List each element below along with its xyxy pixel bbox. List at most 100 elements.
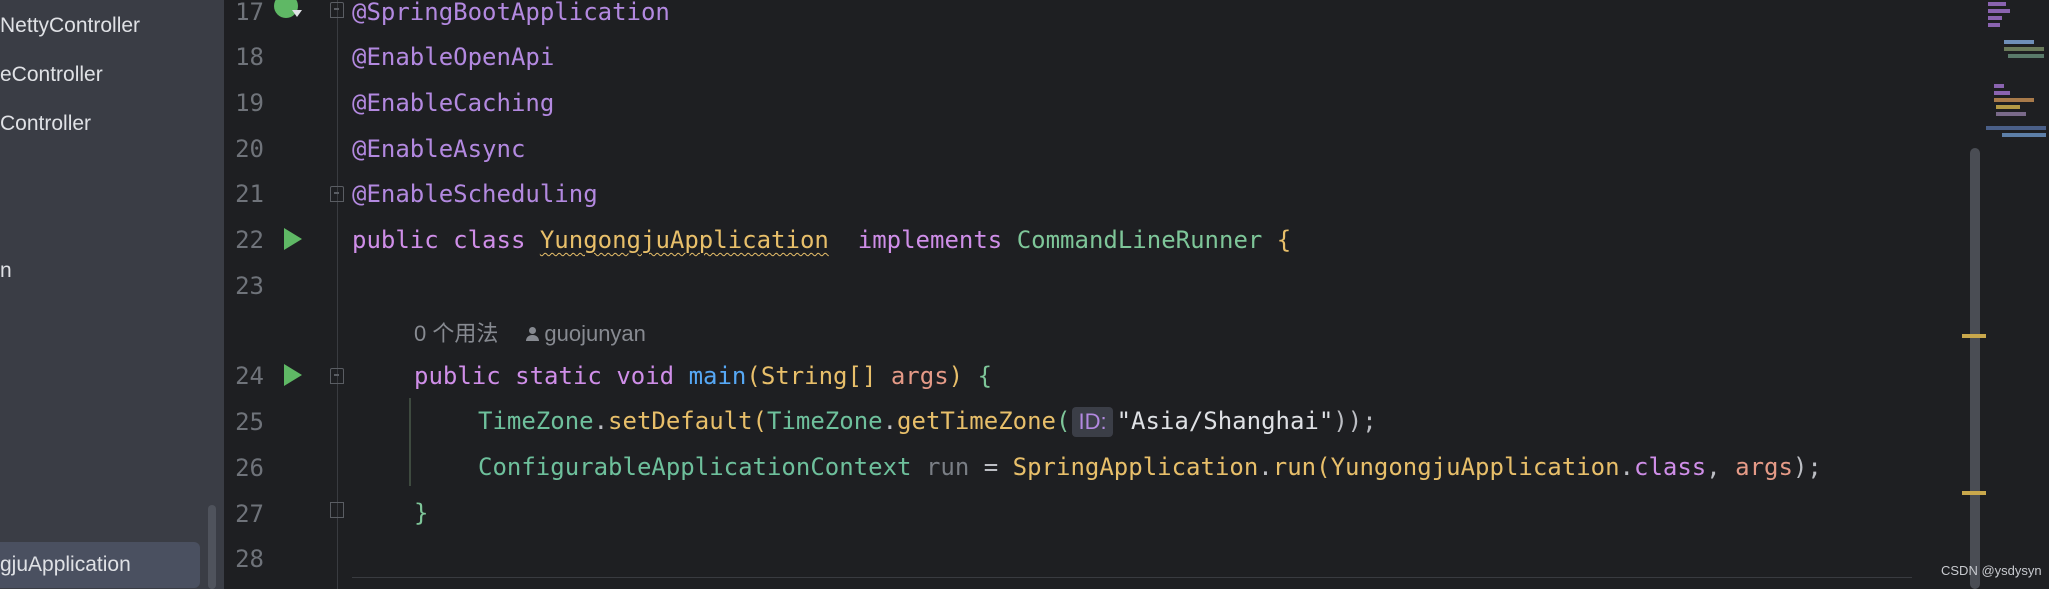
- line-number: 26: [235, 454, 264, 482]
- sidebar-item-application-selected[interactable]: gjuApplication: [0, 542, 200, 588]
- fold-icon[interactable]: [330, 186, 344, 202]
- interface-name[interactable]: CommandLineRunner: [1017, 226, 1263, 254]
- sidebar-item-label: gjuApplication: [0, 553, 131, 576]
- code-line-17: @SpringBootApplication: [352, 0, 670, 29]
- annotation: @EnableAsync: [352, 135, 526, 163]
- author-name[interactable]: guojunyan: [544, 321, 646, 346]
- usage-inlay-hint[interactable]: 0 个用法 guojunyan: [414, 316, 646, 348]
- line-number: 27: [235, 500, 264, 528]
- type-name: TimeZone: [478, 407, 594, 435]
- keyword: class: [453, 226, 526, 254]
- type-name: String[]: [760, 362, 877, 390]
- project-sidebar: NettyController eController Controller n…: [0, 0, 224, 589]
- punctuation: ));: [1333, 407, 1377, 435]
- line-number: 23: [235, 272, 264, 300]
- sidebar-scrollbar[interactable]: [208, 505, 216, 589]
- keyword: public: [352, 226, 439, 254]
- parameter-hint: ID:: [1072, 407, 1113, 437]
- line-number: 17: [235, 0, 264, 26]
- brace: {: [977, 362, 993, 390]
- fold-icon[interactable]: [330, 2, 344, 18]
- sidebar-item-netty-controller[interactable]: NettyController: [0, 3, 200, 49]
- keyword: public: [414, 362, 501, 390]
- code-line-26: ConfigurableApplicationContext run = Spr…: [478, 450, 1822, 484]
- code-editor[interactable]: 17 18 19 20 21 22 23 24 25 26 27 28 @Spr…: [224, 0, 1984, 589]
- line-number: 22: [235, 226, 264, 254]
- sidebar-item-label: Controller: [0, 112, 92, 135]
- parameter: args: [1735, 453, 1793, 481]
- watermark: CSDN @ysdysyn: [1941, 563, 2042, 578]
- indent-guide: [409, 398, 411, 486]
- code-minimap[interactable]: [1984, 0, 2049, 170]
- sidebar-item-controller-3[interactable]: Controller: [0, 101, 200, 147]
- sidebar-item-label: NettyController: [0, 14, 141, 37]
- paren: (: [746, 362, 761, 390]
- method-call: setDefault: [608, 407, 753, 435]
- sidebar-item-4[interactable]: n: [0, 248, 200, 294]
- brace: {: [1276, 226, 1292, 254]
- line-number: 18: [235, 43, 264, 71]
- keyword: void: [616, 362, 675, 390]
- annotation: @EnableOpenApi: [352, 43, 555, 71]
- paren: (: [1056, 407, 1071, 435]
- dot: .: [882, 407, 898, 435]
- keyword: class: [1634, 453, 1707, 481]
- run-icon[interactable]: [284, 364, 302, 386]
- dot: .: [1619, 453, 1634, 481]
- class-name: YungongjuApplication: [1330, 453, 1620, 481]
- code-line-18: @EnableOpenApi: [352, 40, 554, 74]
- code-line-25: TimeZone.setDefault(TimeZone.getTimeZone…: [478, 404, 1377, 438]
- annotation: @SpringBootApplication: [352, 0, 670, 26]
- punctuation: );: [1792, 453, 1822, 481]
- code-line-19: @EnableCaching: [352, 86, 554, 120]
- line-number: 25: [235, 408, 264, 436]
- method-call: run: [1272, 453, 1317, 481]
- code-line-27: }: [414, 496, 428, 530]
- unused-variable: run: [925, 453, 970, 481]
- dot: .: [593, 407, 609, 435]
- brace: }: [414, 499, 429, 527]
- class-name[interactable]: YungongjuApplication: [540, 226, 829, 254]
- run-icon[interactable]: [284, 228, 302, 250]
- line-number: 28: [235, 545, 264, 573]
- line-number: 19: [235, 89, 264, 117]
- keyword: static: [515, 362, 602, 390]
- type-name: TimeZone: [767, 407, 883, 435]
- parameter: args: [890, 362, 949, 390]
- scrollbar-marker[interactable]: [1962, 491, 1986, 495]
- keyword: implements: [857, 226, 1003, 254]
- annotation: @EnableCaching: [352, 89, 555, 117]
- class-name: SpringApplication: [1012, 453, 1259, 481]
- line-number: 21: [235, 180, 264, 208]
- punctuation: ,: [1706, 453, 1736, 481]
- line-number: 24: [235, 362, 264, 390]
- fold-icon[interactable]: [330, 368, 344, 384]
- sidebar-item-label: eController: [0, 63, 103, 86]
- paren: ): [948, 362, 964, 390]
- annotation: @EnableScheduling: [352, 180, 598, 208]
- sidebar-item-controller-2[interactable]: eController: [0, 52, 200, 98]
- editor-scrollbar[interactable]: [1970, 148, 1980, 589]
- line-number: 20: [235, 135, 264, 163]
- paren: (: [1316, 453, 1331, 481]
- usage-count[interactable]: 0 个用法: [414, 321, 498, 346]
- code-line-24: public static void main(String[] args) {: [414, 359, 992, 393]
- string-literal: "Asia/Shanghai": [1116, 407, 1334, 435]
- scrollbar-marker[interactable]: [1962, 334, 1986, 338]
- paren: (: [752, 407, 767, 435]
- method-separator: [352, 577, 1912, 578]
- editor-gutter: 17 18 19 20 21 22 23 24 25 26 27 28: [224, 0, 344, 589]
- person-icon: [526, 327, 540, 341]
- fold-guide: [337, 0, 338, 589]
- code-line-21: @EnableScheduling: [352, 177, 598, 211]
- code-line-22: public class YungongjuApplication implem…: [352, 223, 1291, 257]
- spring-bean-icon[interactable]: [274, 0, 302, 18]
- code-line-20: @EnableAsync: [352, 132, 525, 166]
- method-call: getTimeZone: [897, 407, 1056, 435]
- method-name: main: [688, 362, 747, 390]
- sidebar-item-label: n: [0, 259, 12, 282]
- fold-icon[interactable]: [330, 502, 344, 518]
- type-name: ConfigurableApplicationContext: [478, 453, 912, 481]
- operator: =: [969, 453, 1013, 481]
- dot: .: [1258, 453, 1273, 481]
